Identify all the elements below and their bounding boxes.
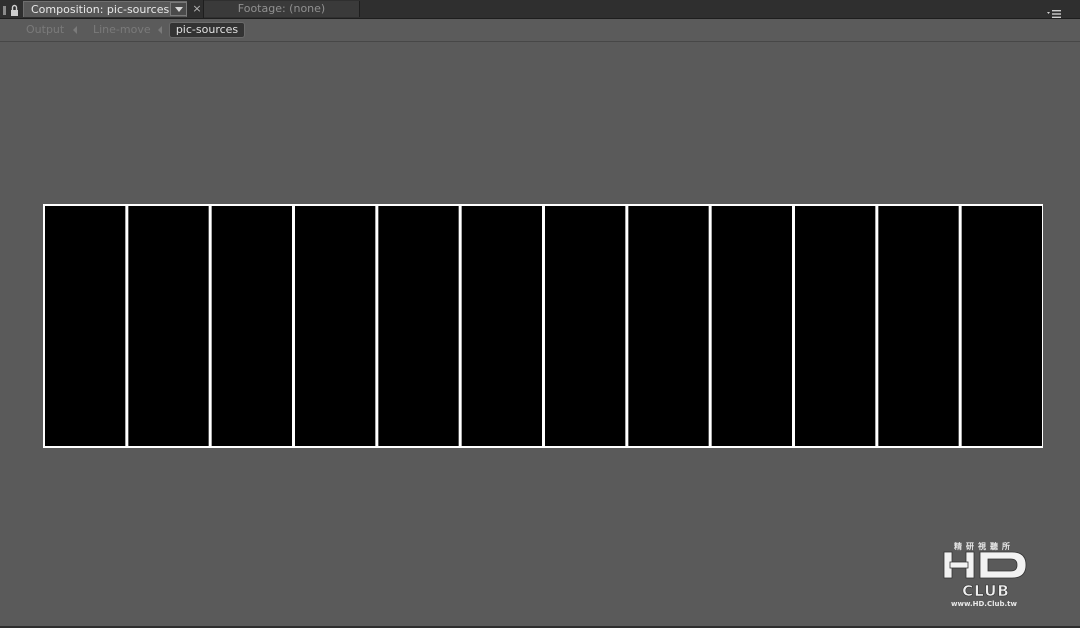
breadcrumb-line-move[interactable]: Line-move (93, 22, 151, 38)
tab-composition-label: Composition: pic-sources (31, 3, 170, 16)
watermark-chinese: 精研視聽所 (954, 541, 1014, 551)
panel-tab-bar: Composition: pic-sources × Footage: (non… (0, 0, 1080, 19)
breadcrumb-output[interactable]: Output (26, 22, 64, 38)
panel-menu-icon[interactable] (1047, 4, 1062, 18)
breadcrumb-pic-sources[interactable]: pic-sources (169, 22, 245, 38)
close-icon[interactable]: × (191, 1, 203, 16)
image-strip[interactable] (961, 206, 1042, 446)
watermark-url: www.HD.Club.tw (951, 600, 1017, 608)
image-strip[interactable] (378, 206, 459, 446)
tab-footage-label: Footage: (none) (237, 2, 326, 15)
breadcrumb-current-label: pic-sources (175, 23, 239, 36)
svg-text:CLUB: CLUB (962, 582, 1010, 600)
image-strip[interactable] (878, 206, 959, 446)
composition-navigator: Output Line-move pic-sources (0, 19, 1080, 42)
image-strip[interactable] (211, 206, 292, 446)
tab-footage[interactable]: Footage: (none) (204, 1, 360, 17)
image-strip[interactable] (711, 206, 792, 446)
image-strip[interactable] (628, 206, 709, 446)
image-strip[interactable] (545, 206, 626, 446)
chevron-down-icon[interactable] (170, 2, 187, 16)
image-strip[interactable] (295, 206, 376, 446)
composition-canvas[interactable] (43, 204, 1043, 448)
image-strip[interactable] (45, 206, 126, 446)
triangle-left-icon (158, 26, 162, 34)
image-strip[interactable] (461, 206, 542, 446)
image-strip[interactable] (128, 206, 209, 446)
hd-club-watermark: 精研視聽所 CLUB www.HD.Club.tw (943, 541, 1027, 608)
tab-composition[interactable]: Composition: pic-sources (23, 1, 187, 17)
image-strip[interactable] (795, 206, 876, 446)
triangle-left-icon (73, 26, 77, 34)
lock-icon[interactable] (2, 2, 20, 16)
